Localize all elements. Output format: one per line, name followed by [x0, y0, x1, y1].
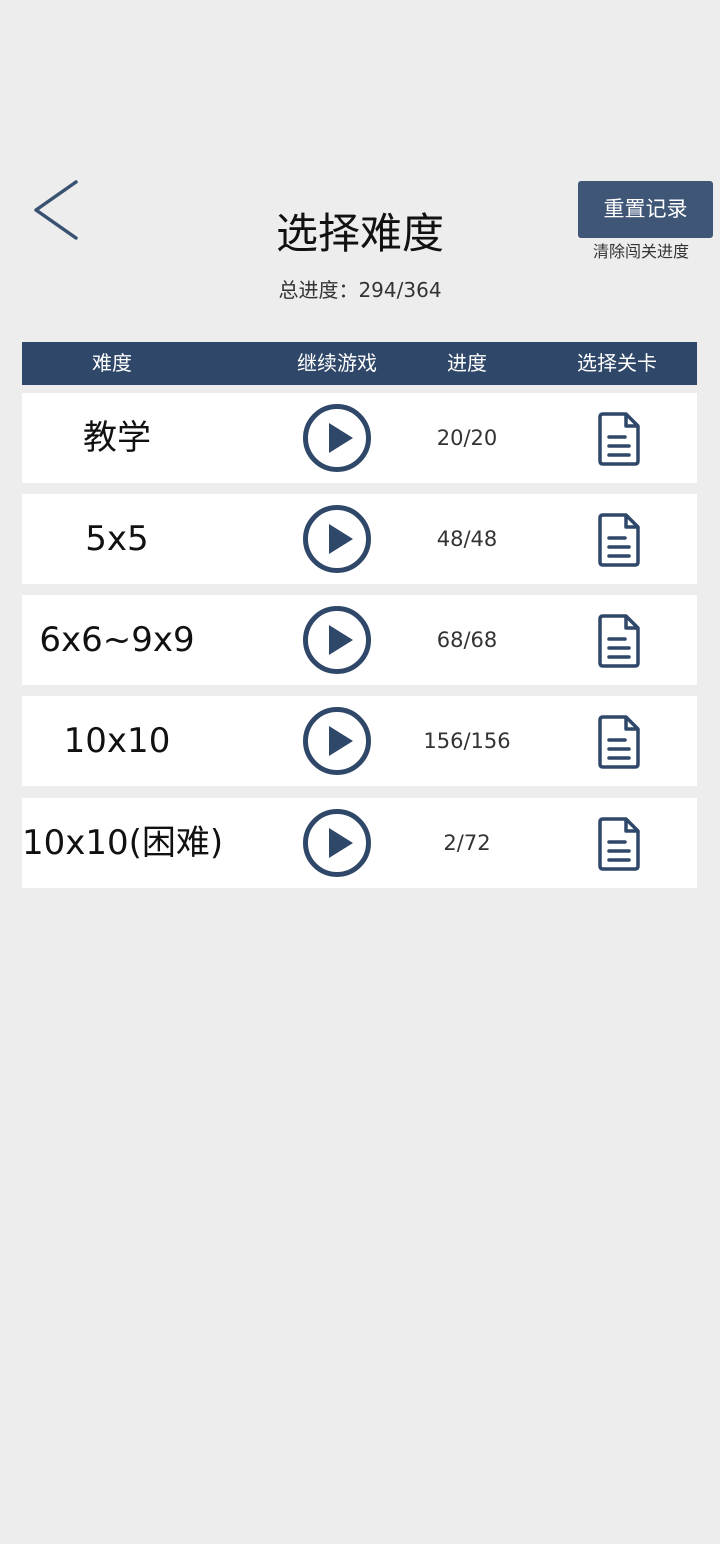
difficulty-name: 6x6~9x9 — [39, 620, 195, 660]
difficulty-name: 10x10(困难) — [22, 823, 224, 863]
difficulty-name: 教学 — [83, 418, 151, 458]
continue-game-button[interactable] — [302, 808, 372, 878]
select-level-button[interactable] — [598, 816, 642, 872]
progress-value: 156/156 — [423, 729, 511, 753]
continue-game-button[interactable] — [302, 605, 372, 675]
select-level-button[interactable] — [598, 613, 642, 669]
table-row: 10x10 156/156 — [22, 696, 697, 786]
document-icon — [598, 412, 640, 466]
table-header: 难度 继续游戏 进度 选择关卡 — [22, 342, 697, 385]
play-circle-icon — [303, 606, 371, 674]
table-row: 6x6~9x9 68/68 — [22, 595, 697, 685]
play-circle-icon — [303, 707, 371, 775]
continue-game-button[interactable] — [302, 504, 372, 574]
play-circle-icon — [303, 505, 371, 573]
progress-value: 48/48 — [436, 527, 498, 551]
table-row: 5x5 48/48 — [22, 494, 697, 584]
play-circle-icon — [303, 404, 371, 472]
document-icon — [598, 817, 640, 871]
reset-record-button[interactable]: 重置记录 — [578, 181, 713, 238]
document-icon — [598, 715, 640, 769]
total-progress: 总进度：294/364 — [278, 278, 442, 302]
select-level-button[interactable] — [598, 512, 642, 568]
column-header-continue: 继续游戏 — [297, 351, 377, 375]
document-icon — [598, 513, 640, 567]
reset-note: 清除闯关进度 — [592, 242, 689, 261]
progress-value: 20/20 — [436, 426, 498, 450]
column-header-difficulty: 难度 — [92, 351, 132, 375]
column-header-select-level: 选择关卡 — [577, 351, 657, 375]
column-header-progress: 进度 — [447, 351, 487, 375]
progress-value: 2/72 — [443, 831, 491, 855]
document-icon — [598, 614, 640, 668]
select-level-button[interactable] — [598, 411, 642, 467]
continue-game-button[interactable] — [302, 706, 372, 776]
select-level-button[interactable] — [598, 714, 642, 770]
difficulty-name: 5x5 — [85, 519, 149, 559]
continue-game-button[interactable] — [302, 403, 372, 473]
difficulty-name: 10x10 — [63, 721, 171, 761]
table-row: 教学 20/20 — [22, 393, 697, 483]
play-circle-icon — [303, 809, 371, 877]
table-row: 10x10(困难) 2/72 — [22, 798, 697, 888]
progress-value: 68/68 — [436, 628, 498, 652]
